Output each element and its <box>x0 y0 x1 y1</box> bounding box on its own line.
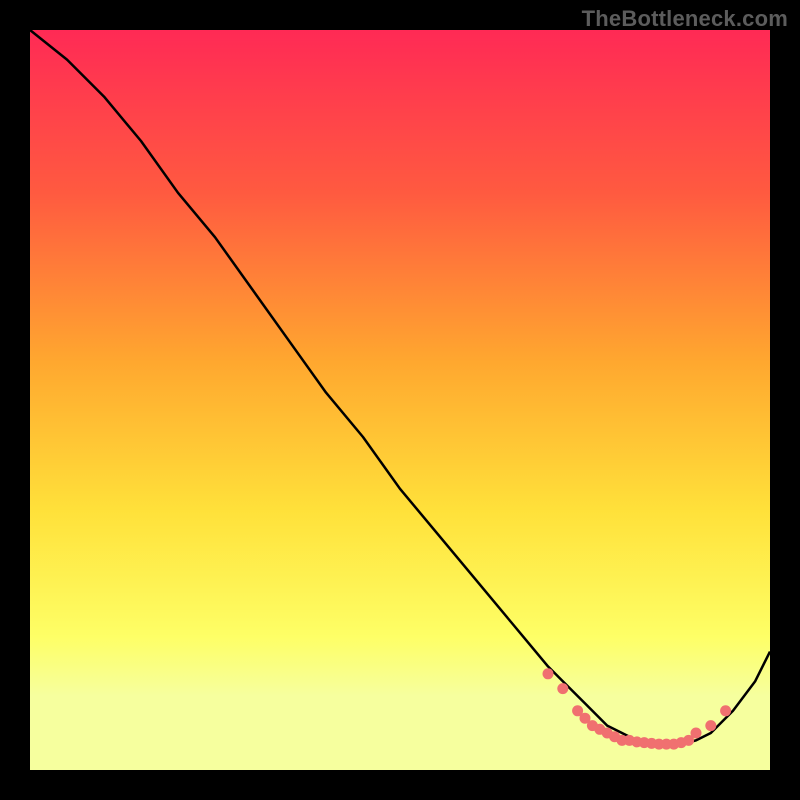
watermark-text: TheBottleneck.com <box>582 6 788 32</box>
marker-dot <box>543 668 554 679</box>
bottleneck-curve <box>30 30 770 744</box>
curve-layer <box>30 30 770 770</box>
chart-frame: TheBottleneck.com <box>0 0 800 800</box>
marker-dot <box>557 683 568 694</box>
plot-area <box>30 30 770 770</box>
marker-dot <box>720 705 731 716</box>
marker-dot <box>691 728 702 739</box>
marker-dot <box>705 720 716 731</box>
